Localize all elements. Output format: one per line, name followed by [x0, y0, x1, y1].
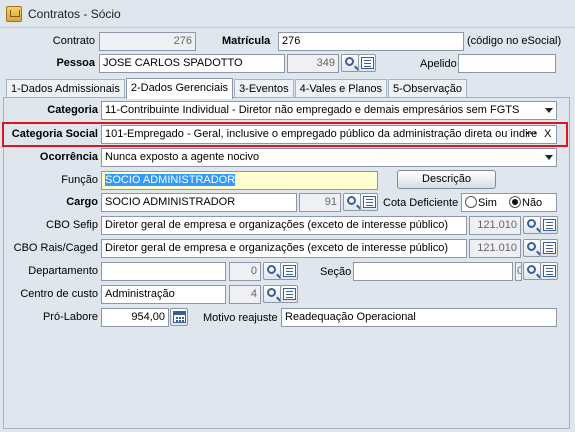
ocorrencia-label: Ocorrência	[39, 151, 98, 163]
categoria-social-value: 101-Empregado - Geral, inclusive o empre…	[105, 128, 538, 140]
contrato-field: 276	[99, 32, 196, 51]
departamento-list-button[interactable]	[280, 262, 298, 280]
tab-dados-gerenciais[interactable]: 2-Dados Gerenciais	[125, 78, 234, 99]
list-icon	[283, 265, 296, 277]
cota-sim-radio[interactable]	[465, 196, 477, 208]
list-icon	[543, 219, 556, 231]
dropdown-arrow-icon	[545, 108, 553, 113]
funcao-field[interactable]: SOCIO ADMINISTRADOR	[101, 171, 378, 190]
search-icon	[345, 57, 354, 66]
window-title: Contratos - Sócio	[28, 6, 121, 21]
cargo-list-button[interactable]	[360, 193, 378, 211]
list-icon	[361, 57, 374, 69]
departamento-label: Departamento	[28, 265, 98, 277]
search-icon	[527, 242, 536, 251]
calendar-icon	[173, 311, 186, 323]
cargo-label: Cargo	[66, 196, 98, 208]
tab-observacao[interactable]: 5-Observação	[387, 79, 468, 98]
tab-eventos[interactable]: 3-Eventos	[234, 79, 294, 98]
cbo-rais-list-button[interactable]	[540, 239, 558, 257]
app-icon	[6, 5, 22, 22]
motivo-reajuste-label: Motivo reajuste	[203, 312, 278, 324]
centro-custo-search-button[interactable]	[263, 285, 281, 303]
ocorrencia-value: Nunca exposto a agente nocivo	[105, 151, 260, 163]
descricao-button[interactable]: Descrição	[397, 170, 496, 189]
cota-deficiente-label: Cota Deficiente	[383, 197, 459, 209]
centro-custo-field[interactable]: Administração	[101, 285, 226, 304]
apelido-field[interactable]	[458, 54, 556, 73]
ocorrencia-select[interactable]: Nunca exposto a agente nocivo	[101, 148, 557, 167]
motivo-reajuste-field[interactable]: Readequação Operacional	[281, 308, 557, 327]
cbo-sefip-code-field[interactable]: 121.010	[469, 216, 521, 235]
secao-search-button[interactable]	[523, 262, 541, 280]
pessoa-code-field[interactable]: 349	[287, 54, 339, 73]
centro-custo-code-field[interactable]: 4	[229, 285, 261, 304]
pessoa-label: Pessoa	[56, 57, 95, 69]
search-icon	[347, 196, 356, 205]
cbo-rais-field[interactable]: Diretor geral de empresa e organizações …	[101, 239, 467, 258]
cargo-code-field[interactable]: 91	[299, 193, 341, 212]
matricula-label: Matrícula	[222, 35, 271, 47]
tab-vales-e-planos[interactable]: 4-Vales e Planos	[294, 79, 387, 98]
list-icon	[543, 265, 556, 277]
pessoa-search-button[interactable]	[341, 54, 359, 72]
categoria-select[interactable]: 11-Contribuinte Individual - Diretor não…	[101, 101, 557, 120]
departamento-search-button[interactable]	[263, 262, 281, 280]
cbo-sefip-field[interactable]: Diretor geral de empresa e organizações …	[101, 216, 467, 235]
categoria-social-clear-button[interactable]: X	[544, 126, 551, 143]
categoria-social-field[interactable]: 101-Empregado - Geral, inclusive o empre…	[101, 125, 557, 144]
cbo-rais-code-field[interactable]: 121.010	[469, 239, 521, 258]
search-icon	[267, 265, 276, 274]
cbo-rais-search-button[interactable]	[523, 239, 541, 257]
apelido-label: Apelido	[420, 58, 457, 70]
centro-custo-label: Centro de custo	[20, 288, 98, 300]
search-icon	[527, 219, 536, 228]
categoria-social-label: Categoria Social	[11, 128, 98, 140]
list-icon	[283, 288, 296, 300]
pessoa-name-field[interactable]: JOSE CARLOS SPADOTTO	[99, 54, 285, 73]
cbo-rais-label: CBO Rais/Caged	[13, 242, 98, 254]
categoria-label: Categoria	[47, 104, 98, 116]
search-icon	[527, 265, 536, 274]
funcao-value: SOCIO ADMINISTRADOR	[105, 174, 236, 186]
secao-code-field[interactable]: 0	[515, 262, 522, 281]
secao-field[interactable]	[353, 262, 513, 281]
pro-labore-field[interactable]: 954,00	[101, 308, 169, 327]
dropdown-arrow-icon	[545, 155, 553, 160]
departamento-code-field[interactable]: 0	[229, 262, 261, 281]
cbo-sefip-label: CBO Sefip	[46, 219, 98, 231]
secao-label: Seção	[320, 266, 352, 278]
cargo-search-button[interactable]	[343, 193, 361, 211]
funcao-label: Função	[61, 174, 98, 186]
departamento-field[interactable]	[101, 262, 226, 281]
matricula-note: (código no eSocial)	[467, 35, 562, 47]
pro-labore-label: Pró-Labore	[42, 311, 98, 323]
pro-labore-calendar-button[interactable]	[170, 308, 188, 326]
cbo-sefip-search-button[interactable]	[523, 216, 541, 234]
cota-nao-radio[interactable]	[509, 196, 521, 208]
cota-nao-label: Não	[522, 197, 543, 209]
tab-dados-admissionais[interactable]: 1-Dados Admissionais	[6, 79, 125, 98]
tab-bar: 1-Dados Admissionais 2-Dados Gerenciais …	[6, 78, 468, 99]
categoria-social-lookup-button[interactable]: ···	[526, 126, 537, 143]
contrato-label: Contrato	[52, 35, 95, 47]
search-icon	[267, 288, 276, 297]
pessoa-list-button[interactable]	[358, 54, 376, 72]
cbo-sefip-list-button[interactable]	[540, 216, 558, 234]
list-icon	[363, 196, 376, 208]
matricula-field[interactable]: 276	[278, 32, 464, 51]
list-icon	[543, 242, 556, 254]
centro-custo-list-button[interactable]	[280, 285, 298, 303]
title-bar: Contratos - Sócio	[0, 0, 575, 28]
cota-sim-label: Sim	[478, 197, 497, 209]
secao-list-button[interactable]	[540, 262, 558, 280]
cargo-field[interactable]: SOCIO ADMINISTRADOR	[101, 193, 297, 212]
categoria-value: 11-Contribuinte Individual - Diretor não…	[105, 104, 520, 116]
